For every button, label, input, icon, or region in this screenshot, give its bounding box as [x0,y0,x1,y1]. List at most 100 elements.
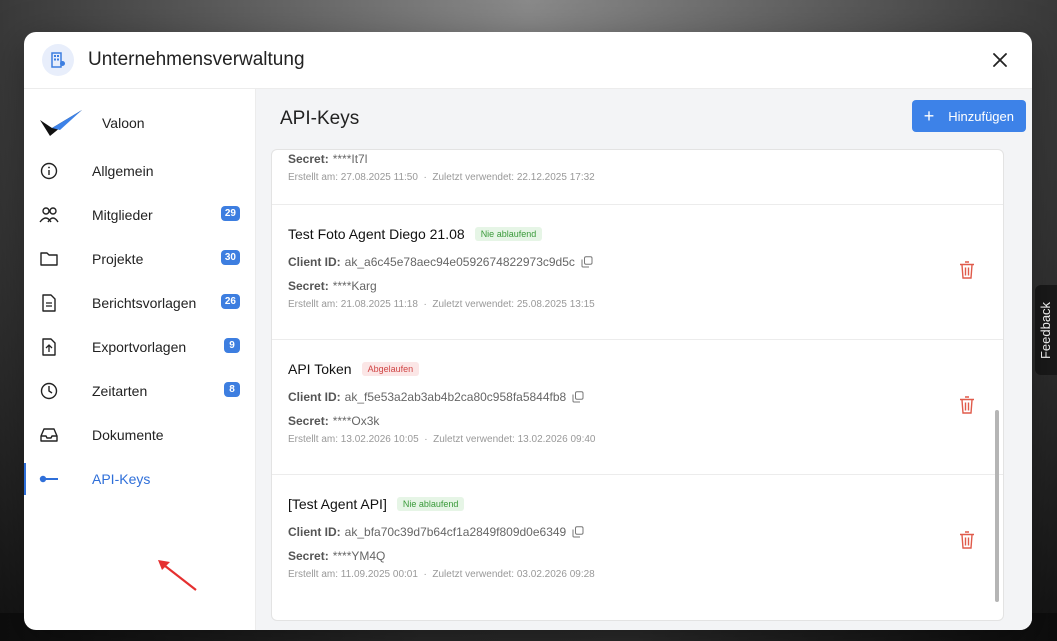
created-label: Erstellt am: [288,569,339,580]
inbox-icon [38,424,60,446]
brand-name: Valoon [102,115,145,131]
export-icon [38,336,60,358]
client-id-value: ak_bfa70c39d7b64cf1a2849f809d0e6349 [344,525,567,539]
close-button[interactable] [986,46,1014,74]
api-key-name: API Token [288,361,352,377]
secret-value: ****YM4Q [332,549,386,563]
building-icon [42,44,74,76]
sidebar-item-exportvorlagen[interactable]: Exportvorlagen 9 [24,325,255,369]
last-used-label: Zuletzt verwendet: [433,434,515,445]
copy-icon[interactable] [572,391,584,403]
users-icon [38,204,60,226]
client-id-label: Client ID: [288,255,341,269]
count-badge: 30 [220,250,240,265]
folder-icon [38,248,60,270]
sidebar-item-api-keys[interactable]: API-Keys [24,457,255,501]
close-icon [993,53,1007,67]
last-used-value: 03.02.2026 09:28 [516,569,595,580]
meta-separator: · [423,569,427,580]
client-id-value: ak_a6c45e78aec94e0592674822973c9d5c [344,255,575,269]
count-badge: 9 [224,338,240,353]
sidebar: Valoon Allgemein Mitglieder 29 Projekte … [24,89,256,630]
delete-button[interactable] [957,394,977,416]
brand: Valoon [24,97,255,149]
status-badge: Abgelaufen [361,362,420,376]
client-id-value: ak_f5e53a2ab3ab4b2ca80c958fa5844fb8 [344,390,567,404]
created-value: 27.08.2025 11:50 [340,172,418,183]
secret-value: ****Karg [332,279,377,293]
sidebar-item-label: API-Keys [92,471,151,487]
api-key-name: Test Foto Agent Diego 21.08 [288,226,465,242]
list-scrollbar[interactable] [995,410,999,602]
secret-label: Secret: [288,549,329,563]
created-label: Erstellt am: [288,299,339,310]
api-key-card: [Test Agent API] Nie ablaufend Client ID… [272,476,1003,620]
meta-separator: · [423,172,427,183]
api-key-card: Test Foto Agent Diego 21.08 Nie ablaufen… [272,206,1003,340]
secret-label: Secret: [288,414,329,428]
sidebar-item-label: Berichtsvorlagen [92,295,197,311]
sidebar-item-zeitarten[interactable]: Zeitarten 8 [24,369,255,413]
meta-separator: · [423,299,427,310]
client-id-label: Client ID: [288,390,341,404]
meta-separator: · [424,434,428,445]
sidebar-item-label: Mitglieder [92,207,153,223]
created-value: 11.09.2025 00:01 [340,569,418,580]
modal-header: Unternehmensverwaltung [24,32,1032,89]
sidebar-item-berichtsvorlagen[interactable]: Berichtsvorlagen 26 [24,281,255,325]
page-title: API-Keys [280,108,360,129]
feedback-label: Feedback [1038,301,1054,359]
trash-icon [960,531,974,549]
secret-label: Secret: [288,152,329,166]
valoon-logo-icon [40,110,82,136]
api-key-card: Secret: ****It7l Erstellt am: 27.08.2025… [272,150,1003,205]
key-icon [38,468,60,490]
trash-icon [960,396,974,414]
secret-value: ****Ox3k [332,414,380,428]
sidebar-item-mitglieder[interactable]: Mitglieder 29 [24,193,255,237]
secret-value: ****It7l [332,152,368,166]
status-badge: Nie ablaufend [474,227,543,241]
api-key-card: API Token Abgelaufen Client ID: ak_f5e53… [272,341,1003,475]
sidebar-item-label: Zeitarten [92,383,148,399]
created-value: 13.02.2026 10:05 [340,434,419,445]
last-used-value: 22.12.2025 17:32 [516,172,595,183]
created-label: Erstellt am: [288,434,339,445]
copy-icon[interactable] [572,526,584,538]
sidebar-item-label: Dokumente [92,427,164,443]
sidebar-item-label: Projekte [92,251,144,267]
clock-icon [38,380,60,402]
trash-icon [960,261,974,279]
secret-label: Secret: [288,279,329,293]
count-badge: 29 [220,206,240,221]
main-content: API-Keys + Hinzufügen Secret: ****It7l E… [256,89,1032,630]
document-icon [38,292,60,314]
count-badge: 8 [224,382,240,397]
modal-title: Unternehmensverwaltung [88,49,305,70]
last-used-label: Zuletzt verwendet: [432,569,515,580]
created-value: 21.08.2025 11:18 [340,299,418,310]
add-api-key-button[interactable]: + Hinzufügen [911,100,1026,132]
sidebar-item-dokumente[interactable]: Dokumente [24,413,255,457]
annotation-arrow-icon [158,560,197,591]
api-keys-list: Secret: ****It7l Erstellt am: 27.08.2025… [271,149,1004,621]
sidebar-item-label: Allgemein [92,163,154,179]
last-used-label: Zuletzt verwendet: [432,172,515,183]
plus-icon: + [923,106,935,126]
count-badge: 26 [220,294,240,309]
client-id-label: Client ID: [288,525,341,539]
delete-button[interactable] [957,529,977,551]
api-key-name: [Test Agent API] [288,496,387,512]
delete-button[interactable] [957,259,977,281]
last-used-label: Zuletzt verwendet: [432,299,515,310]
sidebar-item-label: Exportvorlagen [92,339,187,355]
copy-icon[interactable] [581,256,593,268]
sidebar-item-allgemein[interactable]: Allgemein [24,149,255,193]
created-label: Erstellt am: [288,172,339,183]
info-icon [38,160,60,182]
add-button-label: Hinzufügen [948,108,1014,124]
last-used-value: 25.08.2025 13:15 [516,299,595,310]
sidebar-item-projekte[interactable]: Projekte 30 [24,237,255,281]
feedback-tab[interactable]: Feedback [1035,285,1057,375]
last-used-value: 13.02.2026 09:40 [517,434,596,445]
